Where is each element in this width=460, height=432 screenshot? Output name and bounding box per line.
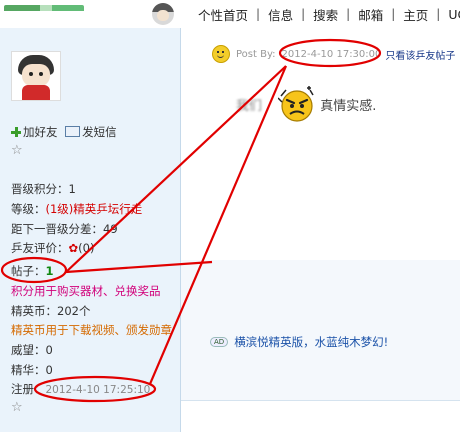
rank-value: (1级)精英乒坛行走	[45, 202, 143, 216]
signature-area	[181, 260, 460, 400]
send-message-label: 发短信	[82, 125, 117, 139]
user-avatar-icon[interactable]	[152, 3, 174, 25]
post-meta: Post By: 2012-4-10 17:30:00 只看该乒友帖子	[212, 45, 455, 63]
rating-row: 乒友评价：✿(0)	[11, 240, 94, 256]
digest: 精华：0	[11, 363, 53, 377]
nav-uc[interactable]: UC	[440, 7, 460, 22]
send-message-button[interactable]: 发短信	[61, 125, 117, 139]
rank-label: 等级：	[11, 202, 46, 216]
top-bar: 个性首页| 信息| 搜索| 邮箱| 主页| UC	[0, 0, 460, 28]
only-view-author-link[interactable]: 只看该乒友帖子	[385, 47, 455, 62]
register-label: 注册：	[11, 382, 46, 396]
envelope-icon	[65, 126, 81, 137]
star-icon-bottom[interactable]: ☆	[11, 400, 23, 415]
elite-coins: 精英币：202个	[11, 304, 91, 318]
avatar[interactable]	[11, 51, 61, 101]
post-text-left: 我们	[236, 99, 263, 114]
posts-count: 1	[45, 264, 54, 278]
angry-emoticon-icon	[278, 86, 314, 122]
nav-info[interactable]: 信息	[260, 5, 301, 24]
flower-icon: ✿	[68, 241, 79, 255]
nav-homepage[interactable]: 主页	[395, 5, 436, 24]
add-friend-label: 加好友	[23, 125, 58, 139]
profile-actions: 加好友 发短信	[11, 124, 117, 140]
ad-tag: AD	[210, 337, 229, 347]
register-row: 注册：2012-4-10 17:25:10	[11, 381, 150, 397]
post-by-label: Post By:	[236, 48, 276, 60]
smiley-icon	[212, 45, 230, 63]
posts-row: 帖子：1	[11, 263, 54, 279]
logo-mask	[4, 11, 88, 25]
rating-label: 乒友评价：	[11, 241, 69, 255]
top-navigation: 个性首页| 信息| 搜索| 邮箱| 主页| UC	[190, 5, 460, 23]
points-note: 积分用于购买器材、兑换奖品	[11, 284, 161, 298]
post-time: 2012-4-10 17:30:00	[281, 48, 382, 60]
register-time: 2012-4-10 17:25:10	[45, 384, 151, 396]
nav-mailbox[interactable]: 邮箱	[350, 5, 391, 24]
signature-ad: AD 横滨悦精英版，水蓝纯木梦幻!	[210, 334, 388, 350]
star-icon[interactable]: ☆	[11, 143, 23, 158]
add-friend-button[interactable]: 加好友	[11, 125, 58, 139]
prestige: 威望：0	[11, 343, 53, 357]
next-level: 距下一晋级分差：49	[11, 222, 118, 236]
rating-value: (0)	[78, 241, 95, 255]
plus-icon	[11, 127, 21, 137]
rank-row: 等级：(1级)精英乒坛行走	[11, 201, 142, 217]
post-text-right: 真情实感.	[320, 99, 377, 114]
nav-search[interactable]: 搜索	[305, 5, 346, 24]
coins-note: 精英币用于下载视频、颁发勋章	[11, 323, 172, 337]
posts-label: 帖子：	[11, 264, 46, 278]
nav-home[interactable]: 个性首页	[190, 5, 256, 24]
level-points: 晋级积分：1	[11, 182, 76, 196]
ad-link[interactable]: 横滨悦精英版，水蓝纯木梦幻!	[234, 334, 388, 350]
post-bottom-divider	[181, 400, 460, 401]
